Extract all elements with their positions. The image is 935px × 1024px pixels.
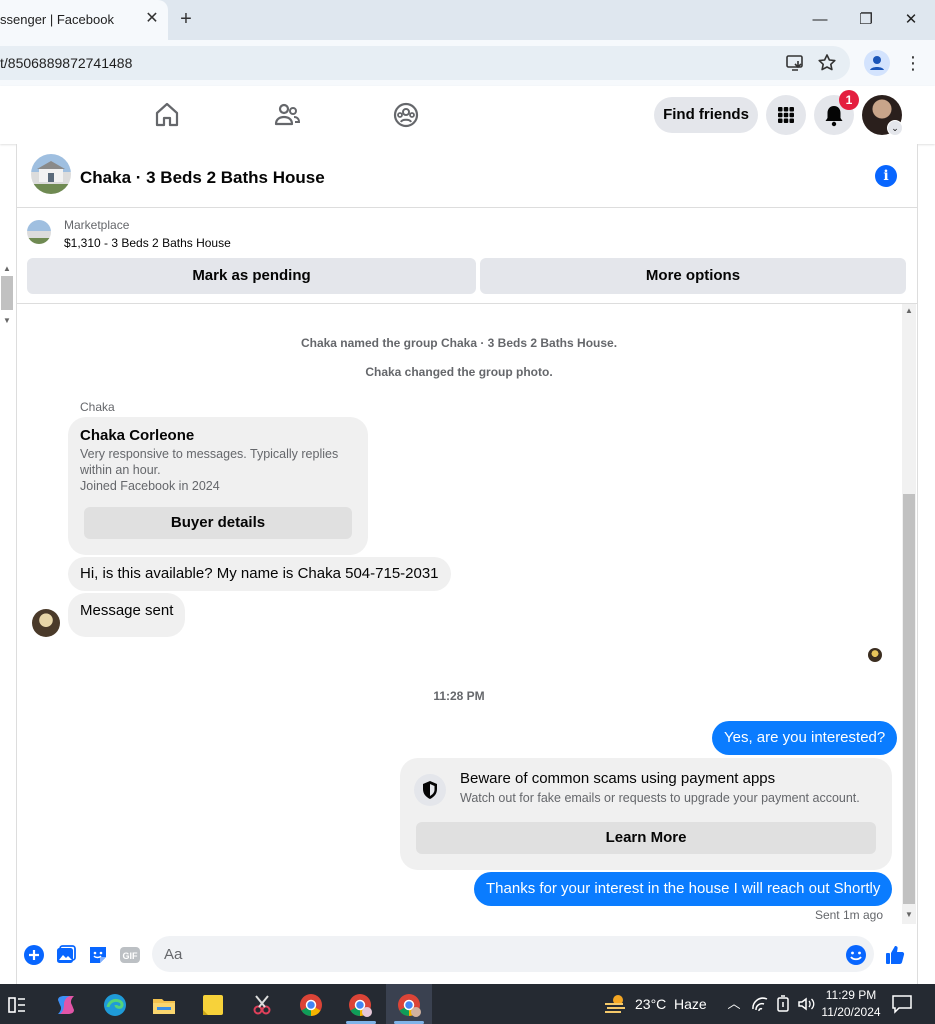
sticker-icon[interactable]: [87, 944, 109, 966]
volume-icon[interactable]: [796, 994, 816, 1014]
svg-text:GIF: GIF: [123, 951, 139, 961]
bookmark-star-icon[interactable]: [816, 52, 838, 74]
group-photo[interactable]: [31, 154, 71, 194]
new-tab-button[interactable]: +: [175, 8, 197, 30]
chevron-up-icon[interactable]: ︿: [724, 994, 744, 1014]
menu-button[interactable]: [766, 95, 806, 135]
tab-title: ssenger | Facebook: [0, 12, 114, 27]
facebook-top-nav: Find friends 1 ⌄: [0, 86, 935, 144]
friends-icon[interactable]: [272, 100, 302, 130]
buyer-joined: Joined Facebook in 2024: [80, 479, 220, 493]
seen-receipt-avatar: [868, 648, 882, 662]
scroll-up-arrow[interactable]: ▲: [902, 304, 916, 318]
emoji-icon[interactable]: [845, 944, 867, 966]
system-message: Chaka named the group Chaka · 3 Beds 2 B…: [300, 336, 618, 350]
copilot-icon[interactable]: [53, 992, 79, 1018]
address-bar[interactable]: t/8506889872741488: [0, 46, 850, 80]
minimize-button[interactable]: —: [807, 8, 833, 32]
buyer-responsiveness: Very responsive to messages. Typically r…: [80, 447, 339, 461]
listing-title[interactable]: $1,310 - 3 Beds 2 Baths House: [64, 236, 231, 250]
browser-tab[interactable]: ssenger | Facebook ✕: [0, 0, 168, 40]
sender-name: Chaka: [80, 400, 115, 414]
windows-taskbar: 23°C Haze ︿ 11:29 PM 11/20/2024: [0, 984, 935, 1024]
edge-browser-icon[interactable]: [102, 992, 128, 1018]
notification-count-badge: 1: [839, 90, 859, 110]
buyer-details-button[interactable]: Buyer details: [84, 507, 352, 539]
marketplace-label: Marketplace: [64, 218, 130, 232]
apps-grid-icon: [778, 107, 794, 123]
page-scroll-thumb[interactable]: [1, 276, 13, 310]
scroll-down-arrow[interactable]: ▼: [902, 908, 916, 922]
close-window-button[interactable]: ✕: [898, 8, 924, 32]
clock-time[interactable]: 11:29 PM: [820, 988, 882, 1002]
chat-title[interactable]: Chaka · 3 Beds 2 Baths House: [80, 168, 325, 188]
chat-panel: Chaka · 3 Beds 2 Baths House i Marketpla…: [16, 144, 918, 984]
more-options-button[interactable]: More options: [480, 258, 906, 294]
incoming-message[interactable]: Message sent: [68, 593, 186, 637]
message-input[interactable]: [152, 936, 874, 972]
sticky-notes-icon[interactable]: [200, 992, 226, 1018]
like-thumb-icon[interactable]: [884, 944, 906, 966]
chrome-icon[interactable]: [298, 992, 324, 1018]
browser-profile-icon[interactable]: [864, 50, 890, 76]
browser-menu-icon[interactable]: ⋮: [904, 52, 922, 74]
marketplace-listing-strip: Marketplace $1,310 - 3 Beds 2 Baths Hous…: [17, 208, 917, 304]
scam-warning-subtitle: Watch out for fake emails or requests to…: [460, 791, 860, 805]
outgoing-message[interactable]: Yes, are you interested?: [712, 721, 898, 755]
url-text[interactable]: t/8506889872741488: [0, 55, 132, 71]
buyer-responsiveness-cont: within an hour.: [80, 463, 161, 477]
clock-date[interactable]: 11/20/2024: [816, 1005, 886, 1019]
chrome-active-icon[interactable]: [396, 992, 422, 1018]
file-explorer-icon[interactable]: [151, 992, 177, 1018]
incoming-message[interactable]: Hi, is this available? My name is Chaka …: [68, 557, 451, 591]
scroll-up-arrow[interactable]: ▲: [0, 262, 14, 276]
outgoing-message[interactable]: Thanks for your interest in the house I …: [474, 872, 893, 906]
install-app-icon[interactable]: [784, 52, 806, 74]
browser-toolbar: t/8506889872741488 ⋮: [0, 40, 935, 86]
battery-plug-icon[interactable]: [773, 994, 793, 1014]
home-icon[interactable]: [152, 100, 182, 130]
maximize-button[interactable]: ❐: [853, 8, 879, 32]
learn-more-button[interactable]: Learn More: [416, 822, 876, 854]
chrome-profile-icon[interactable]: [347, 992, 373, 1018]
notification-center-icon[interactable]: [891, 994, 913, 1014]
temperature-text[interactable]: 23°C: [635, 996, 666, 1012]
find-friends-button[interactable]: Find friends: [654, 97, 758, 133]
snipping-tool-icon[interactable]: [249, 992, 275, 1018]
tab-close-icon[interactable]: ✕: [142, 9, 162, 29]
chat-scroll-thumb[interactable]: [903, 494, 915, 904]
weather-text[interactable]: Haze: [674, 996, 707, 1012]
chat-scrollbar[interactable]: ▲ ▼: [902, 304, 916, 924]
page-scrollbar[interactable]: ▲ ▼: [0, 262, 14, 330]
task-view-icon[interactable]: [4, 992, 30, 1018]
buyer-info-card: Chaka Corleone Very responsive to messag…: [68, 417, 368, 555]
listing-thumbnail[interactable]: [27, 220, 51, 244]
photo-gallery-icon[interactable]: [55, 944, 77, 966]
sent-status: Sent 1m ago: [814, 908, 883, 922]
scam-warning-title: Beware of common scams using payment app…: [460, 770, 776, 787]
browser-tab-bar: ssenger | Facebook ✕ + — ❐ ✕: [0, 0, 935, 40]
scroll-down-arrow[interactable]: ▼: [0, 314, 14, 328]
plus-circle-icon[interactable]: [23, 944, 45, 966]
gif-icon[interactable]: GIF: [119, 944, 141, 966]
haze-weather-icon[interactable]: [602, 992, 628, 1016]
sender-avatar[interactable]: [32, 609, 60, 637]
wifi-icon[interactable]: [750, 994, 770, 1014]
system-message: Chaka changed the group photo.: [365, 365, 553, 379]
buyer-name: Chaka Corleone: [80, 427, 195, 444]
scam-warning-card: Beware of common scams using payment app…: [400, 758, 892, 870]
groups-icon[interactable]: [391, 100, 421, 130]
chat-header: Chaka · 3 Beds 2 Baths House i: [17, 144, 917, 208]
chevron-down-icon[interactable]: ⌄: [887, 120, 903, 136]
shield-icon: [414, 774, 446, 806]
message-composer: GIF: [17, 932, 917, 984]
info-icon[interactable]: i: [875, 165, 897, 187]
message-timestamp: 11:28 PM: [433, 689, 485, 703]
mark-as-pending-button[interactable]: Mark as pending: [27, 258, 476, 294]
